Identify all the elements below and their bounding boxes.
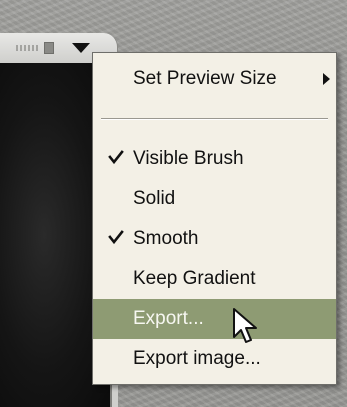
menu-item-label: Visible Brush	[133, 148, 244, 169]
menu-item-visible-brush[interactable]: Visible Brush	[93, 139, 336, 179]
menu-separator	[101, 118, 328, 120]
panel-grip-icon[interactable]	[16, 45, 38, 51]
menu-item-solid[interactable]: Solid	[93, 179, 336, 219]
checkmark-icon	[108, 230, 124, 245]
context-menu: Set Preview Size Visible Brush Solid Smo…	[92, 52, 337, 385]
menu-item-label: Smooth	[133, 228, 199, 249]
menu-item-label: Export image...	[133, 348, 261, 369]
menu-item-set-preview-size[interactable]: Set Preview Size	[93, 59, 336, 99]
panel-menu-button[interactable]	[70, 41, 92, 55]
menu-item-export-image[interactable]: Export image...	[93, 339, 336, 379]
panel-small-icon[interactable]	[44, 42, 54, 54]
menu-item-label: Keep Gradient	[133, 268, 256, 289]
menu-item-label: Export...	[133, 308, 204, 329]
menu-item-export[interactable]: Export...	[93, 299, 336, 339]
triangle-down-icon	[72, 43, 90, 53]
arrow-pointer-icon	[233, 308, 257, 343]
submenu-arrow-icon	[323, 73, 330, 85]
menu-item-label: Solid	[133, 188, 176, 209]
checkmark-icon	[108, 150, 124, 165]
menu-item-keep-gradient[interactable]: Keep Gradient	[93, 259, 336, 299]
menu-item-smooth[interactable]: Smooth	[93, 219, 336, 259]
menu-item-label: Set Preview Size	[133, 68, 277, 89]
